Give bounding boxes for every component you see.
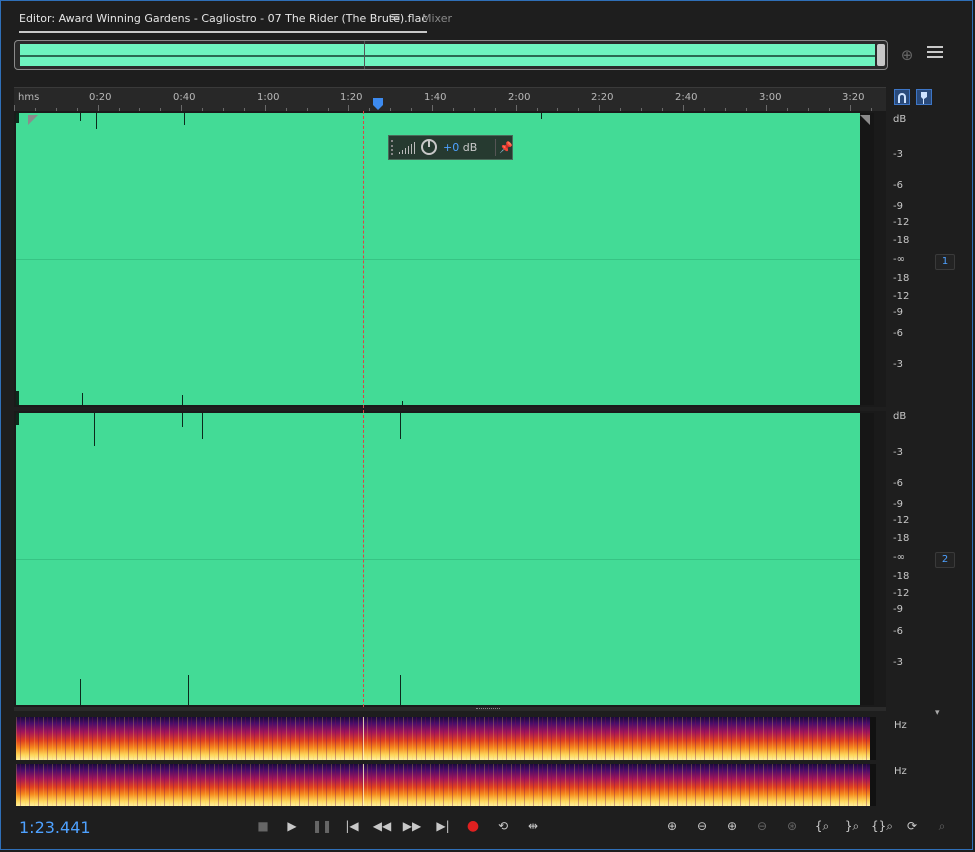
- zoom-out-full-icon[interactable]: ⊛: [781, 815, 803, 837]
- pin-icon[interactable]: 📌: [499, 141, 513, 154]
- display-options-icon[interactable]: [927, 46, 943, 62]
- spectral-scale-label: Hz: [894, 766, 907, 777]
- volume-value[interactable]: +0 dB: [443, 141, 477, 154]
- db-label: -12: [893, 291, 910, 302]
- panel-menu-icon[interactable]: ≡: [390, 10, 401, 25]
- db-label: -∞: [893, 254, 905, 265]
- db-label: -12: [893, 217, 910, 228]
- ruler-tick-label: 3:20: [842, 92, 865, 103]
- overview-cursor: [364, 41, 365, 69]
- db-label: -∞: [893, 552, 905, 563]
- pause-icon[interactable]: ❚❚: [311, 815, 333, 837]
- ruler-tick-label: 2:00: [508, 92, 531, 103]
- level-bars-icon: [399, 142, 415, 154]
- hud-drag-grip[interactable]: [391, 140, 397, 155]
- db-label: -18: [893, 533, 910, 544]
- db-label: -12: [893, 588, 910, 599]
- ruler-tick-label: 0:20: [89, 92, 112, 103]
- ruler-tick-label: 1:00: [257, 92, 280, 103]
- db-label: -9: [893, 201, 903, 212]
- move-to-previous-icon[interactable]: |◀: [341, 815, 363, 837]
- collapse-chevron-icon[interactable]: ▾: [935, 708, 940, 718]
- db-label: -6: [893, 478, 903, 489]
- db-label: -9: [893, 604, 903, 615]
- db-label: -12: [893, 515, 910, 526]
- zoom-reset-icon[interactable]: ⟳: [901, 815, 923, 837]
- fade-out-handle[interactable]: [860, 115, 870, 125]
- channel-1-amplitude-scale: dB -3 -6 -9 -12 -18 -∞ -18 -12 -9 -6 -3: [888, 111, 928, 407]
- fast-forward-icon[interactable]: ▶▶: [401, 815, 423, 837]
- record-icon[interactable]: ●: [462, 815, 484, 837]
- overview-waveform: [20, 44, 875, 66]
- zoom-to-selection-icon[interactable]: ⌕: [931, 815, 953, 837]
- db-label: -9: [893, 499, 903, 510]
- zoom-in-left-edge-icon[interactable]: {⌕: [811, 815, 833, 837]
- zoom-out-time-icon[interactable]: ⊖: [751, 815, 773, 837]
- zoom-selection-icon[interactable]: {}⌕: [871, 815, 893, 837]
- playhead-marker-icon[interactable]: [372, 98, 384, 110]
- volume-knob[interactable]: [421, 139, 437, 155]
- channel-2-waveform[interactable]: [14, 411, 886, 707]
- ruler-tick-label: 2:20: [591, 92, 614, 103]
- db-label: -3: [893, 657, 903, 668]
- heads-up-volume-control: +0 dB 📌: [388, 135, 513, 160]
- current-time-display[interactable]: 1:23.441: [19, 818, 91, 837]
- tab-mixer[interactable]: Mixer: [422, 12, 452, 25]
- spectral-divider-handle[interactable]: [14, 707, 886, 711]
- ruler-tick-label: 0:40: [173, 92, 196, 103]
- zoom-in-time-icon[interactable]: ⊕: [721, 815, 743, 837]
- db-label: -18: [893, 273, 910, 284]
- overview-zoom-handle[interactable]: [877, 44, 885, 66]
- waveform-area[interactable]: [16, 413, 874, 705]
- db-scale-header: dB: [893, 411, 907, 422]
- spectral-scale-label: Hz: [894, 720, 907, 731]
- ruler-unit-label: hms: [18, 92, 40, 103]
- time-ruler[interactable]: hms 0:20 0:40 1:00 1:20 1:40 2:00 2:20 2…: [14, 87, 886, 112]
- stop-icon[interactable]: ■: [252, 815, 274, 837]
- db-label: -3: [893, 447, 903, 458]
- channel-1-badge[interactable]: 1: [935, 254, 955, 270]
- db-label: -18: [893, 571, 910, 582]
- db-label: -6: [893, 328, 903, 339]
- db-label: -6: [893, 180, 903, 191]
- snap-to-zero-icon[interactable]: [894, 89, 910, 105]
- tab-editor[interactable]: Editor: Award Winning Gardens - Cagliost…: [19, 12, 428, 33]
- loop-playback-icon[interactable]: ⟲: [492, 815, 514, 837]
- db-label: -6: [893, 626, 903, 637]
- db-label: -3: [893, 359, 903, 370]
- skip-selection-icon[interactable]: ⇹: [522, 815, 544, 837]
- ruler-tick-label: 2:40: [675, 92, 698, 103]
- db-label: -9: [893, 307, 903, 318]
- zoom-in-right-edge-icon[interactable]: }⌕: [841, 815, 863, 837]
- channel-2-amplitude-scale: dB -3 -6 -9 -12 -18 -∞ -18 -12 -9 -6 -3: [888, 411, 928, 707]
- marker-icon[interactable]: [916, 89, 932, 105]
- playback-cursor[interactable]: [363, 111, 364, 707]
- panel-tab-bar: Editor: Award Winning Gardens - Cagliost…: [0, 0, 975, 36]
- ruler-tick-label: 3:00: [759, 92, 782, 103]
- channel-2-badge[interactable]: 2: [935, 552, 955, 568]
- zoom-in-amplitude-icon[interactable]: ⊕: [661, 815, 683, 837]
- zoom-navigator-icon[interactable]: ⊕: [898, 46, 916, 64]
- ruler-tick-label: 1:40: [424, 92, 447, 103]
- db-scale-header: dB: [893, 114, 907, 125]
- ruler-tick-label: 1:20: [340, 92, 363, 103]
- overview-navigator[interactable]: [14, 40, 888, 70]
- channel-1-spectral-display[interactable]: [16, 717, 876, 760]
- rewind-icon[interactable]: ◀◀: [371, 815, 393, 837]
- fade-in-handle[interactable]: [28, 115, 38, 125]
- play-icon[interactable]: ▶: [281, 815, 303, 837]
- zoom-out-amplitude-icon[interactable]: ⊖: [691, 815, 713, 837]
- transport-controls: ■ ▶ ❚❚ |◀ ◀◀ ▶▶ ▶| ● ⟲ ⇹: [252, 815, 552, 837]
- db-label: -18: [893, 235, 910, 246]
- db-label: -3: [893, 149, 903, 160]
- move-to-next-icon[interactable]: ▶|: [432, 815, 454, 837]
- channel-2-spectral-display[interactable]: [16, 764, 876, 806]
